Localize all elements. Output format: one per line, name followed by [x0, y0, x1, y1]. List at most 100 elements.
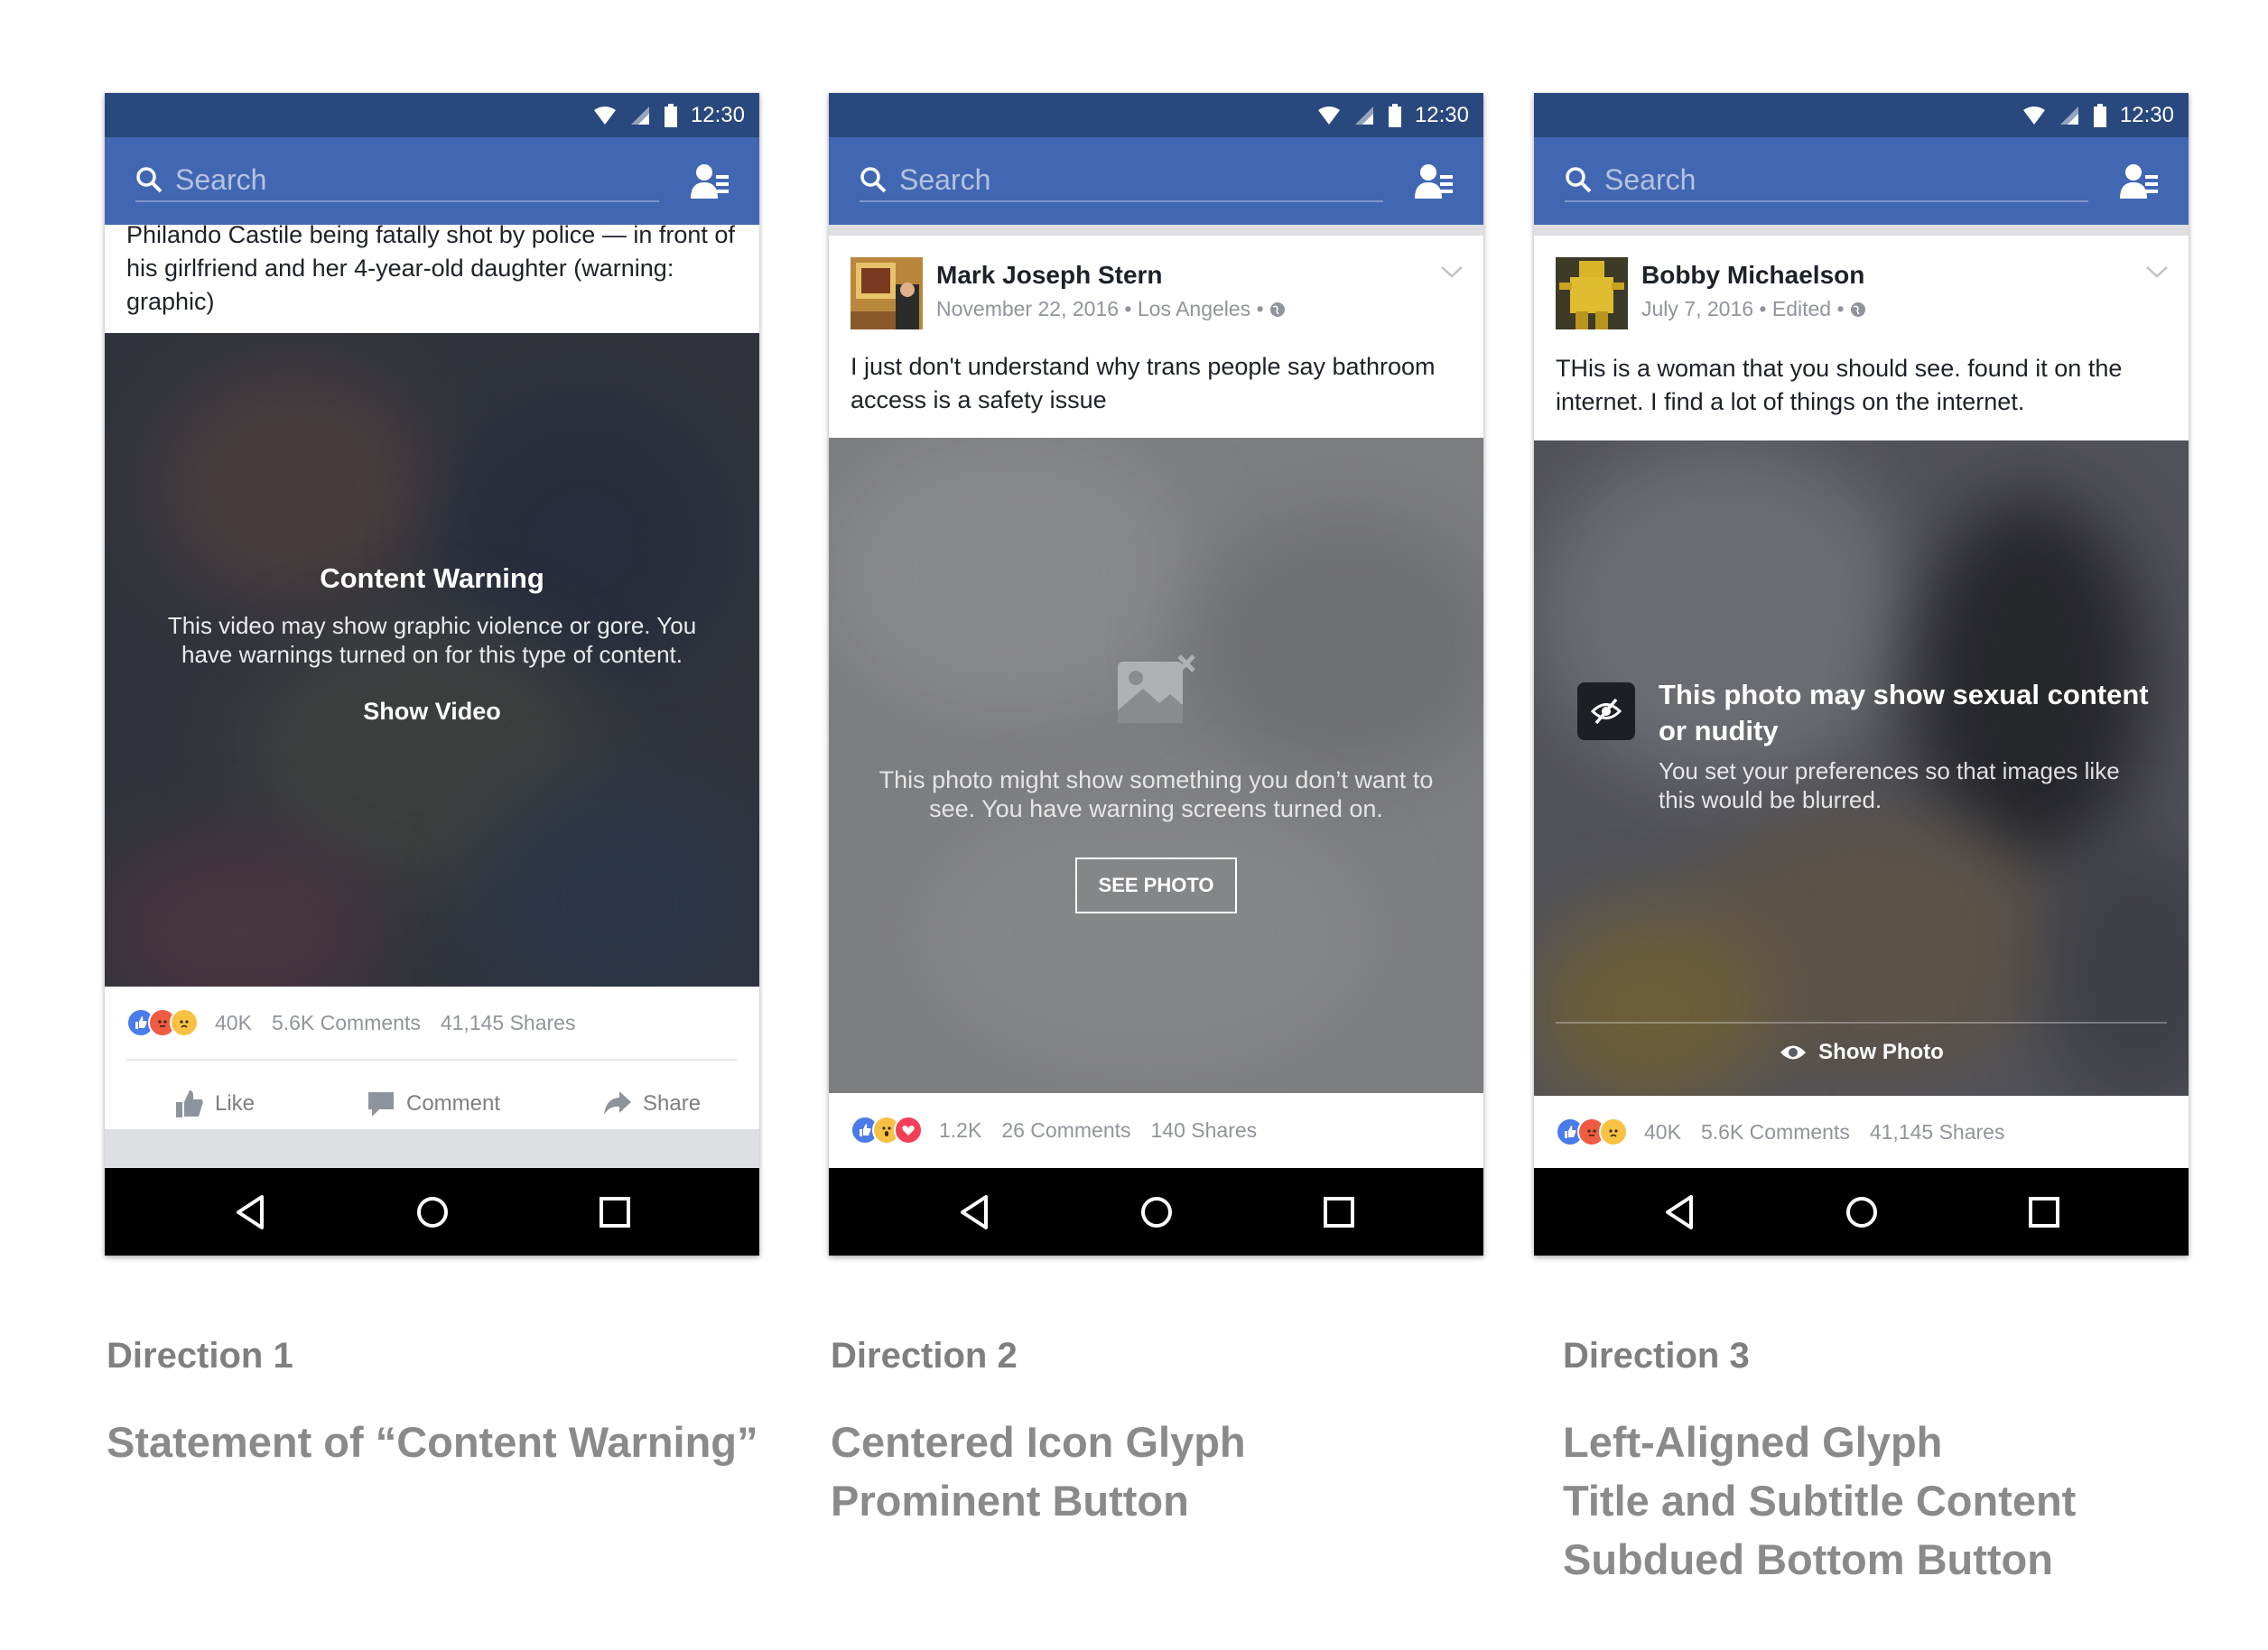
- show-photo-button[interactable]: Show Photo: [1534, 1040, 2189, 1065]
- sad-reaction-icon: [1599, 1117, 1628, 1146]
- like-button[interactable]: Like: [175, 1089, 255, 1118]
- search-bar: Search: [829, 137, 1483, 225]
- direction-description-line: Centered Icon Glyph: [831, 1418, 1246, 1466]
- blurred-video[interactable]: Content Warning This video may show grap…: [105, 333, 759, 987]
- show-video-button[interactable]: Show Video: [159, 698, 705, 726]
- photo-warning-text: This photo might show something you don’…: [878, 766, 1434, 822]
- post-date[interactable]: November 22, 2016: [936, 297, 1119, 320]
- comment-icon: [368, 1092, 394, 1117]
- direction-title: Direction 1: [107, 1336, 293, 1376]
- comment-count[interactable]: 5.6K Comments: [272, 1011, 421, 1035]
- reactions-summary[interactable]: 1.2K 26 Comments 140 Shares: [850, 1116, 1257, 1145]
- recents-icon[interactable]: [1316, 1190, 1362, 1235]
- share-icon: [604, 1091, 631, 1115]
- search-input[interactable]: Search: [135, 159, 659, 202]
- status-bar: 12:30: [105, 93, 759, 137]
- comment-button[interactable]: Comment: [367, 1089, 500, 1118]
- blurred-photo[interactable]: This photo might show something you don’…: [829, 438, 1483, 1093]
- search-placeholder: Search: [1604, 162, 1696, 196]
- sad-reaction-icon: [170, 1008, 199, 1037]
- phone-mockup-direction-2: 12:30 Search Mark Joseph Stern November …: [829, 93, 1483, 1256]
- content-warning-body: This video may show graphic violence or …: [167, 612, 697, 668]
- reactions-summary[interactable]: 40K 5.6K Comments 41,145 Shares: [1556, 1117, 2004, 1146]
- direction-description-line: Prominent Button: [831, 1477, 1189, 1525]
- post-caption: Philando Castile being fatally shot by p…: [126, 221, 735, 315]
- avatar[interactable]: [850, 257, 923, 329]
- back-icon[interactable]: [1659, 1190, 1704, 1235]
- see-photo-button[interactable]: SEE PHOTO: [1074, 857, 1238, 913]
- post-header: Mark Joseph Stern November 22, 2016 • Lo…: [850, 254, 1464, 335]
- like-label: Like: [215, 1091, 256, 1116]
- friend-requests-icon[interactable]: [1415, 162, 1455, 200]
- post-edited[interactable]: Edited: [1772, 297, 1831, 320]
- direction-description-line: Subdued Bottom Button: [1563, 1535, 2053, 1583]
- divider: [126, 1059, 738, 1061]
- post-location[interactable]: Los Angeles: [1138, 297, 1250, 320]
- image-blocked-icon: [1117, 654, 1195, 723]
- search-input[interactable]: Search: [860, 159, 1383, 202]
- home-icon[interactable]: [1134, 1190, 1179, 1235]
- direction-description-line: Left-Aligned Glyph: [1563, 1418, 1943, 1466]
- phone-mockup-direction-3: 12:30 Search Bobby Michaelson July 7, 20…: [1534, 93, 2189, 1256]
- share-count[interactable]: 41,145 Shares: [1870, 1120, 2005, 1145]
- author-name[interactable]: Bobby Michaelson: [1641, 261, 1864, 290]
- battery-icon: [664, 104, 677, 127]
- chevron-down-icon[interactable]: [2144, 263, 2170, 281]
- post-meta: July 7, 2016 • Edited •: [1641, 297, 1866, 321]
- back-icon[interactable]: [953, 1190, 999, 1235]
- avatar[interactable]: [1556, 257, 1628, 329]
- signal-icon: [1354, 107, 1373, 125]
- reaction-count: 40K: [1644, 1119, 1681, 1144]
- comment-label: Comment: [406, 1091, 501, 1116]
- feed-divider: [829, 225, 1483, 236]
- eye-icon: [1780, 1045, 1807, 1060]
- recents-icon[interactable]: [592, 1190, 637, 1235]
- divider: [1556, 1022, 2167, 1024]
- share-label: Share: [643, 1091, 702, 1116]
- feed-divider: [1534, 225, 2189, 236]
- author-name[interactable]: Mark Joseph Stern: [936, 261, 1163, 290]
- direction-title: Direction 2: [831, 1336, 1018, 1376]
- share-count[interactable]: 140 Shares: [1151, 1118, 1258, 1143]
- back-icon[interactable]: [229, 1190, 274, 1235]
- thumbs-up-icon: [176, 1090, 203, 1117]
- blurred-photo[interactable]: This photo may show sexual content or nu…: [1534, 440, 2189, 1096]
- reaction-count: 1.2K: [939, 1117, 982, 1142]
- search-bar: Search: [1534, 137, 2189, 225]
- search-icon: [860, 167, 887, 193]
- search-input[interactable]: Search: [1565, 159, 2088, 202]
- eye-slash-icon: [1590, 698, 1622, 725]
- direction-title: Direction 3: [1563, 1336, 1750, 1376]
- wifi-icon: [1317, 107, 1340, 125]
- chevron-down-icon[interactable]: [1439, 263, 1464, 281]
- post-text: THis is a woman that you should see. fou…: [1556, 355, 2123, 415]
- signal-icon: [2059, 107, 2078, 125]
- home-icon[interactable]: [1839, 1190, 1884, 1235]
- friend-requests-icon[interactable]: [2120, 162, 2160, 200]
- share-button[interactable]: Share: [603, 1089, 701, 1118]
- home-icon[interactable]: [410, 1190, 455, 1235]
- search-icon: [136, 167, 163, 193]
- friend-requests-icon[interactable]: [691, 162, 730, 200]
- sensitive-content-body: You set your preferences so that images …: [1659, 757, 2120, 813]
- status-bar: 12:30: [1534, 93, 2189, 137]
- post-actions-bar: Like Comment Share: [105, 1071, 759, 1135]
- post-header: Bobby Michaelson July 7, 2016 • Edited •: [1556, 254, 2170, 335]
- direction-description-line: Statement of “Content Warning”: [107, 1418, 758, 1466]
- status-bar: 12:30: [829, 93, 1483, 137]
- comment-count[interactable]: 26 Comments: [1001, 1118, 1130, 1143]
- reactions-summary[interactable]: 40K 5.6K Comments 41,145 Shares: [126, 1008, 575, 1037]
- android-nav-bar: [829, 1168, 1483, 1256]
- share-count[interactable]: 41,145 Shares: [441, 1011, 576, 1035]
- comment-count[interactable]: 5.6K Comments: [1701, 1120, 1850, 1145]
- search-placeholder: Search: [899, 162, 991, 196]
- post-text: I just don't understand why trans people…: [850, 353, 1436, 413]
- post-meta: November 22, 2016 • Los Angeles •: [936, 297, 1286, 321]
- wifi-icon: [593, 107, 616, 125]
- battery-icon: [1388, 104, 1401, 127]
- direction-1-label: Direction 1 Statement of “Content Warnin…: [107, 1336, 758, 1471]
- direction-3-label: Direction 3 Left-Aligned Glyph Title and…: [1563, 1336, 2076, 1589]
- post-date[interactable]: July 7, 2016: [1641, 297, 1753, 320]
- signal-icon: [630, 107, 649, 125]
- recents-icon[interactable]: [2022, 1190, 2067, 1235]
